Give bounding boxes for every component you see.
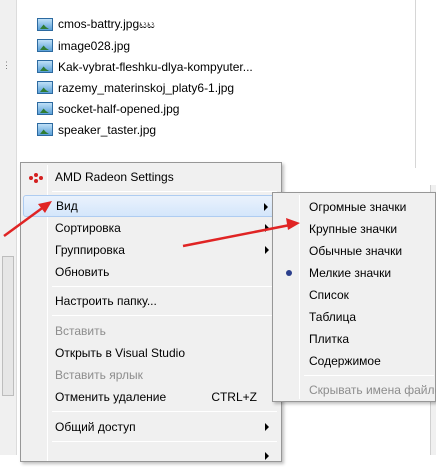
context-menu: AMD Radeon Settings Вид Сортировка Групп… (20, 162, 282, 462)
menu-item-label: Скрывать имена файлов (309, 383, 436, 397)
menu-item-refresh[interactable]: Обновить (23, 261, 279, 283)
menu-item-customize-folder[interactable]: Настроить папку... (23, 290, 279, 312)
menu-item-label: Крупные значки (309, 222, 398, 236)
menu-item-label: Содержимое (309, 354, 381, 368)
menu-item-group[interactable]: Группировка (23, 239, 279, 261)
menu-item-label: Мелкие значки (309, 266, 392, 280)
file-name: image028.jpg (58, 38, 131, 53)
menu-item-amd-radeon[interactable]: AMD Radeon Settings (23, 166, 279, 188)
file-name: Kak-vybrat-fleshku-dlya-kompyuter... (58, 59, 253, 74)
view-option-small-icons[interactable]: Мелкие значки (275, 262, 436, 284)
file-name: razemy_materinskoj_platy6-1.jpg (58, 80, 235, 95)
menu-item-label: Отменить удаление (55, 390, 167, 404)
menu-item-label: Список (309, 288, 349, 302)
submenu-arrow-icon (264, 203, 268, 211)
menu-item-label: Вставить ярлык (55, 368, 143, 382)
view-option-normal-icons[interactable]: Обычные значки (275, 240, 436, 262)
file-list: cmos-battry.jpgಟಟ image028.jpg Kak-vybra… (37, 14, 253, 140)
view-option-tile[interactable]: Плитка (275, 328, 436, 350)
menu-separator (52, 315, 277, 316)
submenu-arrow-icon (265, 224, 269, 232)
menu-item-label: Плитка (309, 332, 350, 346)
menu-separator (304, 375, 434, 376)
view-option-content[interactable]: Содержимое (275, 350, 436, 372)
menu-item-label: Обычные значки (309, 244, 403, 258)
menu-item-paste[interactable]: Вставить (23, 320, 279, 342)
view-option-table[interactable]: Таблица (275, 306, 436, 328)
menu-item-label: Огромные значки (309, 200, 407, 214)
menu-item-label: Группировка (55, 243, 125, 257)
image-file-icon (37, 102, 53, 115)
menu-item-label: Открыть в Visual Studio (55, 346, 185, 360)
menu-separator (52, 411, 277, 412)
menu-item-partial[interactable] (23, 445, 279, 467)
view-option-large-icons[interactable]: Крупные значки (275, 218, 436, 240)
image-file-icon (37, 81, 53, 94)
scrollbar-thumb[interactable] (2, 256, 14, 396)
menu-item-label: Сортировка (55, 221, 121, 235)
menu-item-view[interactable]: Вид (23, 195, 279, 217)
menu-item-label: Вставить (55, 324, 106, 338)
submenu-arrow-icon (265, 452, 269, 460)
menu-item-share[interactable]: Общий доступ (23, 416, 279, 438)
file-item[interactable]: image028.jpg (37, 35, 253, 56)
view-submenu: Огромные значки Крупные значки Обычные з… (272, 192, 436, 402)
image-file-icon (37, 123, 53, 136)
view-option-list[interactable]: Список (275, 284, 436, 306)
radio-selected-icon (286, 270, 292, 276)
menu-item-label: Настроить папку... (55, 294, 157, 308)
file-item[interactable]: Kak-vybrat-fleshku-dlya-kompyuter... (37, 56, 253, 77)
menu-item-label: Общий доступ (55, 420, 136, 434)
menu-separator (52, 441, 277, 442)
menu-item-label: AMD Radeon Settings (55, 170, 174, 184)
file-item[interactable]: socket-half-opened.jpg (37, 98, 253, 119)
menu-separator (52, 191, 277, 192)
image-file-icon (37, 60, 53, 73)
shortcut-label: CTRL+Z (211, 390, 257, 404)
menu-item-label: Вид (56, 199, 78, 213)
file-item[interactable]: razemy_materinskoj_platy6-1.jpg (37, 77, 253, 98)
view-option-hide-file-names[interactable]: Скрывать имена файлов (275, 379, 436, 401)
file-item[interactable]: cmos-battry.jpgಟಟ (37, 14, 253, 35)
menu-item-paste-shortcut[interactable]: Вставить ярлык (23, 364, 279, 386)
file-name: cmos-battry.jpgಟಟ (58, 17, 155, 31)
amd-radeon-icon (29, 173, 43, 183)
explorer-left-scrollbar[interactable]: ⋮ (0, 0, 17, 455)
image-file-icon (37, 18, 53, 31)
menu-item-label: Обновить (55, 265, 110, 279)
splitter-grip[interactable]: ⋮ (2, 60, 11, 71)
view-option-huge-icons[interactable]: Огромные значки (275, 196, 436, 218)
menu-separator (52, 286, 277, 287)
submenu-arrow-icon (265, 423, 269, 431)
submenu-arrow-icon (265, 246, 269, 254)
pane-border (415, 0, 416, 168)
file-item[interactable]: speaker_taster.jpg (37, 119, 253, 140)
menu-item-open-visual-studio[interactable]: Открыть в Visual Studio (23, 342, 279, 364)
file-name: socket-half-opened.jpg (58, 101, 180, 116)
menu-item-sort[interactable]: Сортировка (23, 217, 279, 239)
menu-item-label: Таблица (309, 310, 357, 324)
menu-item-undo-delete[interactable]: Отменить удаление CTRL+Z (23, 386, 279, 408)
image-file-icon (37, 39, 53, 52)
file-name: speaker_taster.jpg (58, 122, 157, 137)
